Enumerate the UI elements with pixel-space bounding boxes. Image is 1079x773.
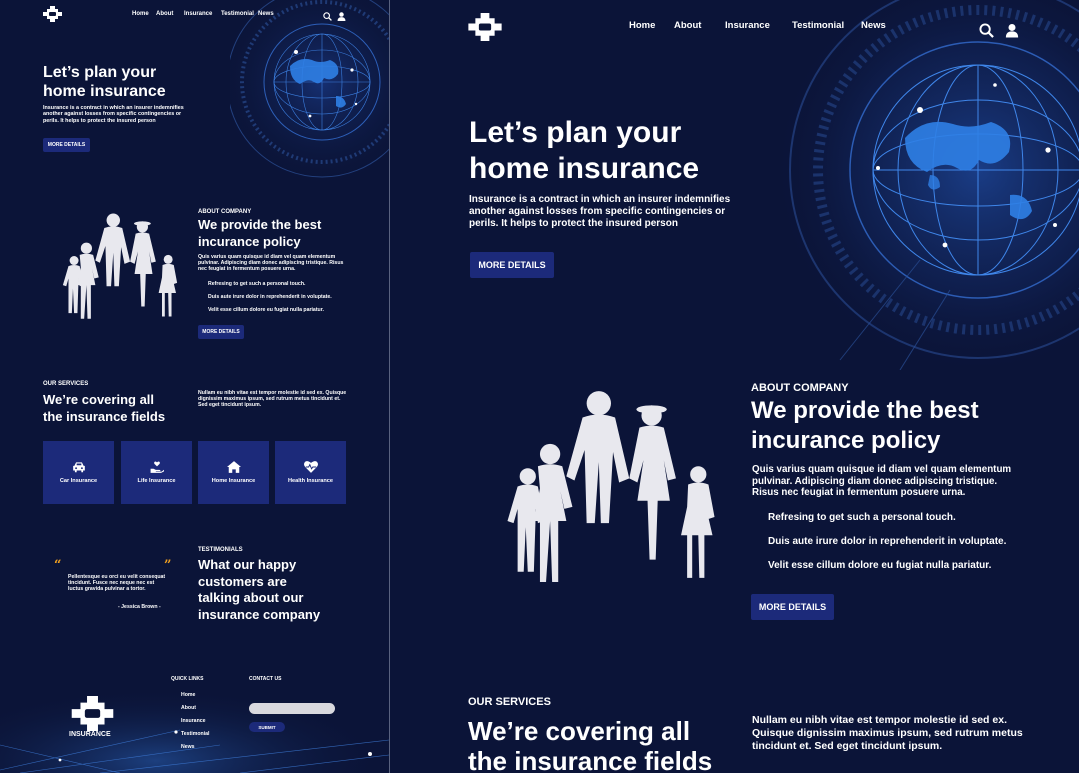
service-card-car[interactable]: Car Insurance (43, 441, 114, 504)
services-title: We’re covering all the insurance fields (43, 392, 165, 425)
family-silhouette-image (62, 213, 178, 319)
services-kicker: OUR SERVICES (43, 381, 89, 387)
about-bullet-1: Refresing to get such a personal touch. (768, 512, 956, 523)
about-bullet-2: Duis aute irure dolor in reprehenderit i… (208, 294, 332, 300)
hero-description: Insurance is a contract in which an insu… (43, 105, 184, 124)
about-bullet-3: Velit esse cillum dolore eu fugiat nulla… (208, 307, 324, 313)
hero-title-line-1: Let’s plan your (469, 116, 682, 149)
nav-link-home[interactable]: Home (132, 11, 149, 17)
nav-link-news[interactable]: News (258, 11, 274, 17)
logo-icon[interactable] (468, 13, 502, 41)
search-icon[interactable] (979, 23, 994, 38)
full-page-preview: Home About Insurance Testimonial News Le… (0, 0, 389, 773)
user-icon[interactable] (1005, 23, 1019, 38)
about-title: We provide the best incurance policy (751, 396, 979, 456)
about-paragraph: Quis varius quam quisque id diam vel qua… (752, 464, 1012, 498)
footer-brand-name: INSURANCE (69, 731, 111, 738)
footer-link-about[interactable]: About (181, 705, 196, 711)
globe-background-art (230, 0, 389, 192)
contact-title: CONTACT US (249, 676, 282, 682)
service-card-home[interactable]: Home Insurance (198, 441, 269, 504)
hero-more-details-button[interactable]: MORE DETAILS (43, 138, 90, 152)
testimonial-author: - Jessica Brown - (118, 604, 161, 610)
footer-link-news[interactable]: News (181, 744, 195, 750)
logo-icon[interactable] (43, 6, 62, 22)
hero-title: Let’s plan your home insurance (469, 115, 769, 187)
testimonials-kicker: TESTIMONIALS (198, 547, 243, 553)
about-kicker: ABOUT COMPANY (198, 209, 252, 215)
services-title-line-1: We’re covering all (468, 716, 691, 746)
about-paragraph: Quis varius quam quisque id diam vel qua… (198, 254, 344, 272)
services-title-line-2: the insurance fields (43, 408, 166, 424)
about-title-line-2: incurance policy (198, 233, 301, 249)
quote-close-icon: ” (164, 558, 172, 573)
footer-link-insurance[interactable]: Insurance (181, 718, 206, 724)
car-icon (72, 462, 85, 473)
testimonials-title-line-4: insurance company (198, 606, 321, 622)
services-title: We’re covering all the insurance fields (468, 716, 712, 773)
about-bullet-2: Duis aute irure dolor in reprehenderit i… (768, 536, 1007, 547)
quick-links-title: QUICK LINKS (171, 676, 204, 682)
about-title-line-1: We provide the best (198, 217, 322, 232)
contact-submit-button[interactable]: SUBMIT (249, 722, 285, 732)
contact-email-input[interactable] (249, 703, 335, 714)
nav-link-testimonial[interactable]: Testimonial (221, 11, 254, 17)
service-card-label: Car Insurance (59, 478, 98, 484)
about-more-details-button[interactable]: MORE DETAILS (198, 325, 244, 339)
zoomed-page-view: Home About Insurance Testimonial News Le… (390, 0, 1079, 773)
hero-title-line-1: Let’s plan your (43, 64, 157, 81)
hero-more-details-button[interactable]: MORE DETAILS (470, 252, 554, 278)
footer-link-home[interactable]: Home (181, 692, 195, 698)
service-card-label: Health Insurance (287, 478, 334, 484)
home-icon (226, 461, 241, 473)
user-icon[interactable] (337, 12, 346, 21)
nav-link-insurance[interactable]: Insurance (184, 11, 212, 17)
family-silhouette-image (507, 391, 715, 582)
nav-link-about[interactable]: About (674, 20, 701, 31)
hero-title-line-2: home insurance (43, 83, 166, 100)
search-icon[interactable] (323, 12, 332, 21)
service-card-label: Life Insurance (137, 478, 176, 484)
about-bullet-1: Refresing to get such a personal touch. (208, 281, 306, 287)
footer-link-testimonial[interactable]: Testimonial (181, 731, 209, 737)
services-title-line-1: We’re covering all (43, 392, 155, 407)
nav-link-about[interactable]: About (156, 11, 173, 17)
footer-logo-icon[interactable] (70, 696, 115, 731)
testimonials-title-line-2: customers are (198, 573, 287, 589)
heart-hand-icon (150, 461, 164, 473)
hero-description: Insurance is a contract in which an insu… (469, 194, 731, 229)
globe-hero-art (780, 0, 1079, 370)
service-card-health[interactable]: Health Insurance (275, 441, 346, 504)
testimonial-quote: Pellentesque eu orci eu velit consequat … (68, 574, 166, 592)
testimonials-title: What our happy customers are talking abo… (198, 557, 320, 623)
about-kicker: ABOUT COMPANY (751, 382, 849, 394)
about-more-details-button[interactable]: MORE DETAILS (751, 594, 834, 620)
service-card-life[interactable]: Life Insurance (121, 441, 192, 504)
about-bullet-3: Velit esse cillum dolore eu fugiat nulla… (768, 560, 992, 571)
services-paragraph: Nullam eu nibh vitae est tempor molestie… (752, 714, 1023, 752)
about-title: We provide the best incurance policy (198, 217, 321, 250)
testimonials-title-line-3: talking about our (198, 590, 304, 605)
nav-link-insurance[interactable]: Insurance (725, 20, 770, 31)
services-kicker: OUR SERVICES (468, 696, 551, 708)
hero-title-line-2: home insurance (469, 152, 700, 185)
hero-title: Let’s plan your home insurance (43, 63, 213, 101)
nav-link-home[interactable]: Home (629, 20, 655, 31)
quote-open-icon: “ (54, 558, 62, 573)
service-card-label: Home Insurance (211, 478, 256, 484)
about-title-line-2: incurance policy (751, 427, 941, 454)
services-title-line-2: the insurance fields (468, 746, 713, 773)
services-paragraph: Nullam eu nibh vitae est tempor molestie… (198, 390, 347, 408)
nav-link-news[interactable]: News (861, 20, 886, 31)
testimonials-title-line-1: What our happy (198, 557, 297, 572)
about-title-line-1: We provide the best (751, 397, 979, 424)
page-root: Home About Insurance Testimonial News Le… (0, 0, 1079, 773)
nav-link-testimonial[interactable]: Testimonial (792, 20, 844, 31)
heartbeat-icon (303, 461, 318, 473)
